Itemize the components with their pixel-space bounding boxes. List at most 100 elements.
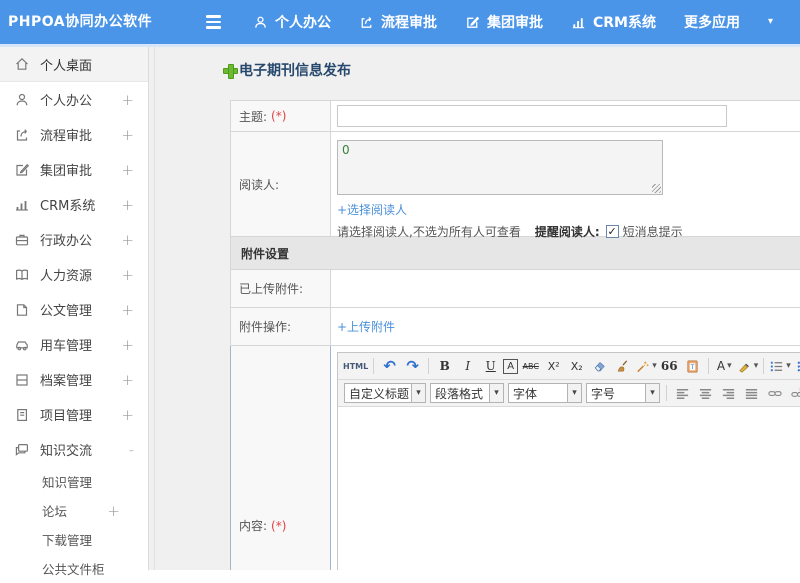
align-justify-icon[interactable] [741, 383, 762, 404]
caret-down-icon: ▾ [490, 383, 504, 403]
ordered-list-icon[interactable]: ▾ [769, 356, 791, 377]
sidebar-subitem-download-management[interactable]: 下载管理 [0, 525, 148, 554]
sidebar-item-crm[interactable]: CRM系统 + [0, 187, 148, 222]
subject-input[interactable] [337, 105, 727, 127]
remind-label: 提醒阅读人: [535, 223, 600, 240]
sidebar-subitem-public-file-cabinet[interactable]: 公共文件柜 [0, 554, 148, 583]
sidebar-item-group-approval[interactable]: 集团审批 + [0, 152, 148, 187]
redo-icon[interactable]: ↷ [402, 356, 423, 377]
font-style-button[interactable]: A [503, 359, 518, 374]
label-text: 内容: [239, 517, 267, 534]
sidebar-item-workflow-approval[interactable]: 流程审批 + [0, 117, 148, 152]
section-title: 附件设置 [241, 245, 289, 262]
sidebar-item-vehicle[interactable]: 用车管理 + [0, 327, 148, 362]
header-divider [0, 44, 800, 47]
sidebar-subitem-forum[interactable]: 论坛 + [0, 496, 148, 525]
html-source-button[interactable]: HTML [343, 356, 368, 377]
publish-form: 主题: (*) 阅读人: 0 +选择阅读人 请选择阅读人,不选为所有人可查看 提… [230, 100, 800, 570]
toolbar-separator [763, 358, 764, 374]
briefcase-icon [14, 232, 30, 248]
strikethrough-button[interactable]: ABC [520, 356, 541, 377]
main-content: 电子期刊信息发布 主题: (*) 阅读人: 0 +选择阅读人 [155, 47, 800, 570]
resize-handle-icon[interactable] [652, 184, 661, 193]
nav-more-apps[interactable]: 更多应用 [684, 12, 740, 32]
highlight-color-icon[interactable]: ▾ [737, 356, 759, 377]
magic-format-icon[interactable]: ▾ [635, 356, 657, 377]
user-icon [14, 92, 30, 108]
more-apps-dropdown[interactable]: ▾ [768, 17, 773, 27]
sidebar-item-personal-desktop[interactable]: 个人桌面 [0, 47, 148, 82]
sidebar-sublabel: 公共文件柜 [42, 559, 148, 578]
sidebar-item-hr[interactable]: 人力资源 + [0, 257, 148, 292]
rich-text-editor: HTML ↶ ↷ B I U A ABC X² X₂ ▾ [337, 352, 800, 570]
select-value: 段落格式 [430, 383, 490, 403]
subscript-button[interactable]: X₂ [566, 356, 587, 377]
nav-workflow-approval[interactable]: 流程审批 [359, 12, 437, 32]
sidebar-item-personal-office[interactable]: 个人办公 + [0, 82, 148, 117]
expand-toggle[interactable]: + [121, 301, 134, 319]
choose-readers-link[interactable]: +选择阅读人 [337, 201, 407, 218]
sidebar-item-archive[interactable]: 档案管理 + [0, 362, 148, 397]
blockquote-button[interactable]: 66 [659, 356, 680, 377]
toolbar-separator [666, 385, 667, 401]
insert-link-icon[interactable] [764, 383, 785, 404]
nav-label: 流程审批 [381, 12, 437, 32]
svg-text:T: T [689, 363, 694, 370]
underline-button[interactable]: U [480, 356, 501, 377]
content-row: 内容: (*) HTML ↶ ↷ B I U A [230, 346, 800, 570]
expand-toggle[interactable]: + [121, 406, 134, 424]
collapse-toggle[interactable]: - [129, 441, 134, 459]
expand-toggle[interactable]: + [121, 336, 134, 354]
expand-toggle[interactable]: + [121, 266, 134, 284]
expand-toggle[interactable]: + [121, 196, 134, 214]
expand-toggle[interactable]: + [121, 161, 134, 179]
select-value: 字体 [508, 383, 568, 403]
nav-crm-system[interactable]: CRM系统 [571, 12, 656, 32]
align-right-icon[interactable] [718, 383, 739, 404]
nav-label: 集团审批 [487, 12, 543, 32]
caret-down-icon: ▾ [646, 383, 660, 403]
font-family-select[interactable]: 字体 ▾ [508, 383, 582, 403]
sidebar-sublabel: 知识管理 [42, 472, 148, 491]
sidebar-item-doc-management[interactable]: 公文管理 + [0, 292, 148, 327]
sidebar-label: 个人桌面 [40, 55, 148, 74]
font-color-button[interactable]: A▾ [714, 356, 735, 377]
italic-button[interactable]: I [457, 356, 478, 377]
undo-icon[interactable]: ↶ [379, 356, 400, 377]
label-text: 主题: [239, 108, 267, 125]
expand-toggle[interactable]: + [107, 502, 120, 520]
paragraph-format-select[interactable]: 段落格式 ▾ [430, 383, 504, 403]
format-brush-icon[interactable] [612, 356, 633, 377]
sms-checkbox[interactable]: ✓ [606, 225, 619, 238]
align-left-icon[interactable] [672, 383, 693, 404]
remove-link-icon[interactable] [787, 383, 800, 404]
hamburger-menu-icon[interactable] [202, 11, 225, 33]
sidebar-item-admin-office[interactable]: 行政办公 + [0, 222, 148, 257]
sidebar-subitem-knowledge-management[interactable]: 知识管理 [0, 467, 148, 496]
nav-personal-office[interactable]: 个人办公 [253, 12, 331, 32]
nav-group-approval[interactable]: 集团审批 [465, 12, 543, 32]
upload-attachment-link[interactable]: +上传附件 [337, 318, 395, 335]
expand-toggle[interactable]: + [121, 91, 134, 109]
sidebar-item-knowledge-exchange[interactable]: 知识交流 - [0, 432, 148, 467]
sidebar-scrollbar[interactable] [148, 44, 155, 570]
eraser-icon[interactable] [589, 356, 610, 377]
subject-label: 主题: (*) [231, 101, 331, 131]
align-center-icon[interactable] [695, 383, 716, 404]
editor-content-area[interactable] [338, 407, 800, 570]
expand-toggle[interactable]: + [121, 126, 134, 144]
attachment-section-header: 附件设置 [230, 237, 800, 270]
attach-ops-cell: +上传附件 [331, 308, 800, 345]
readers-textarea[interactable]: 0 [337, 140, 663, 195]
expand-toggle[interactable]: + [121, 371, 134, 389]
superscript-button[interactable]: X² [543, 356, 564, 377]
caret-down-icon: ▾ [568, 383, 582, 403]
bold-button[interactable]: B [434, 356, 455, 377]
sidebar-item-project[interactable]: 项目管理 + [0, 397, 148, 432]
car-icon [14, 337, 30, 353]
font-size-select[interactable]: 字号 ▾ [586, 383, 660, 403]
expand-toggle[interactable]: + [121, 231, 134, 249]
unordered-list-icon[interactable] [793, 356, 800, 377]
custom-heading-select[interactable]: 自定义标题 ▾ [344, 383, 426, 403]
paste-text-icon[interactable]: T [682, 356, 703, 377]
